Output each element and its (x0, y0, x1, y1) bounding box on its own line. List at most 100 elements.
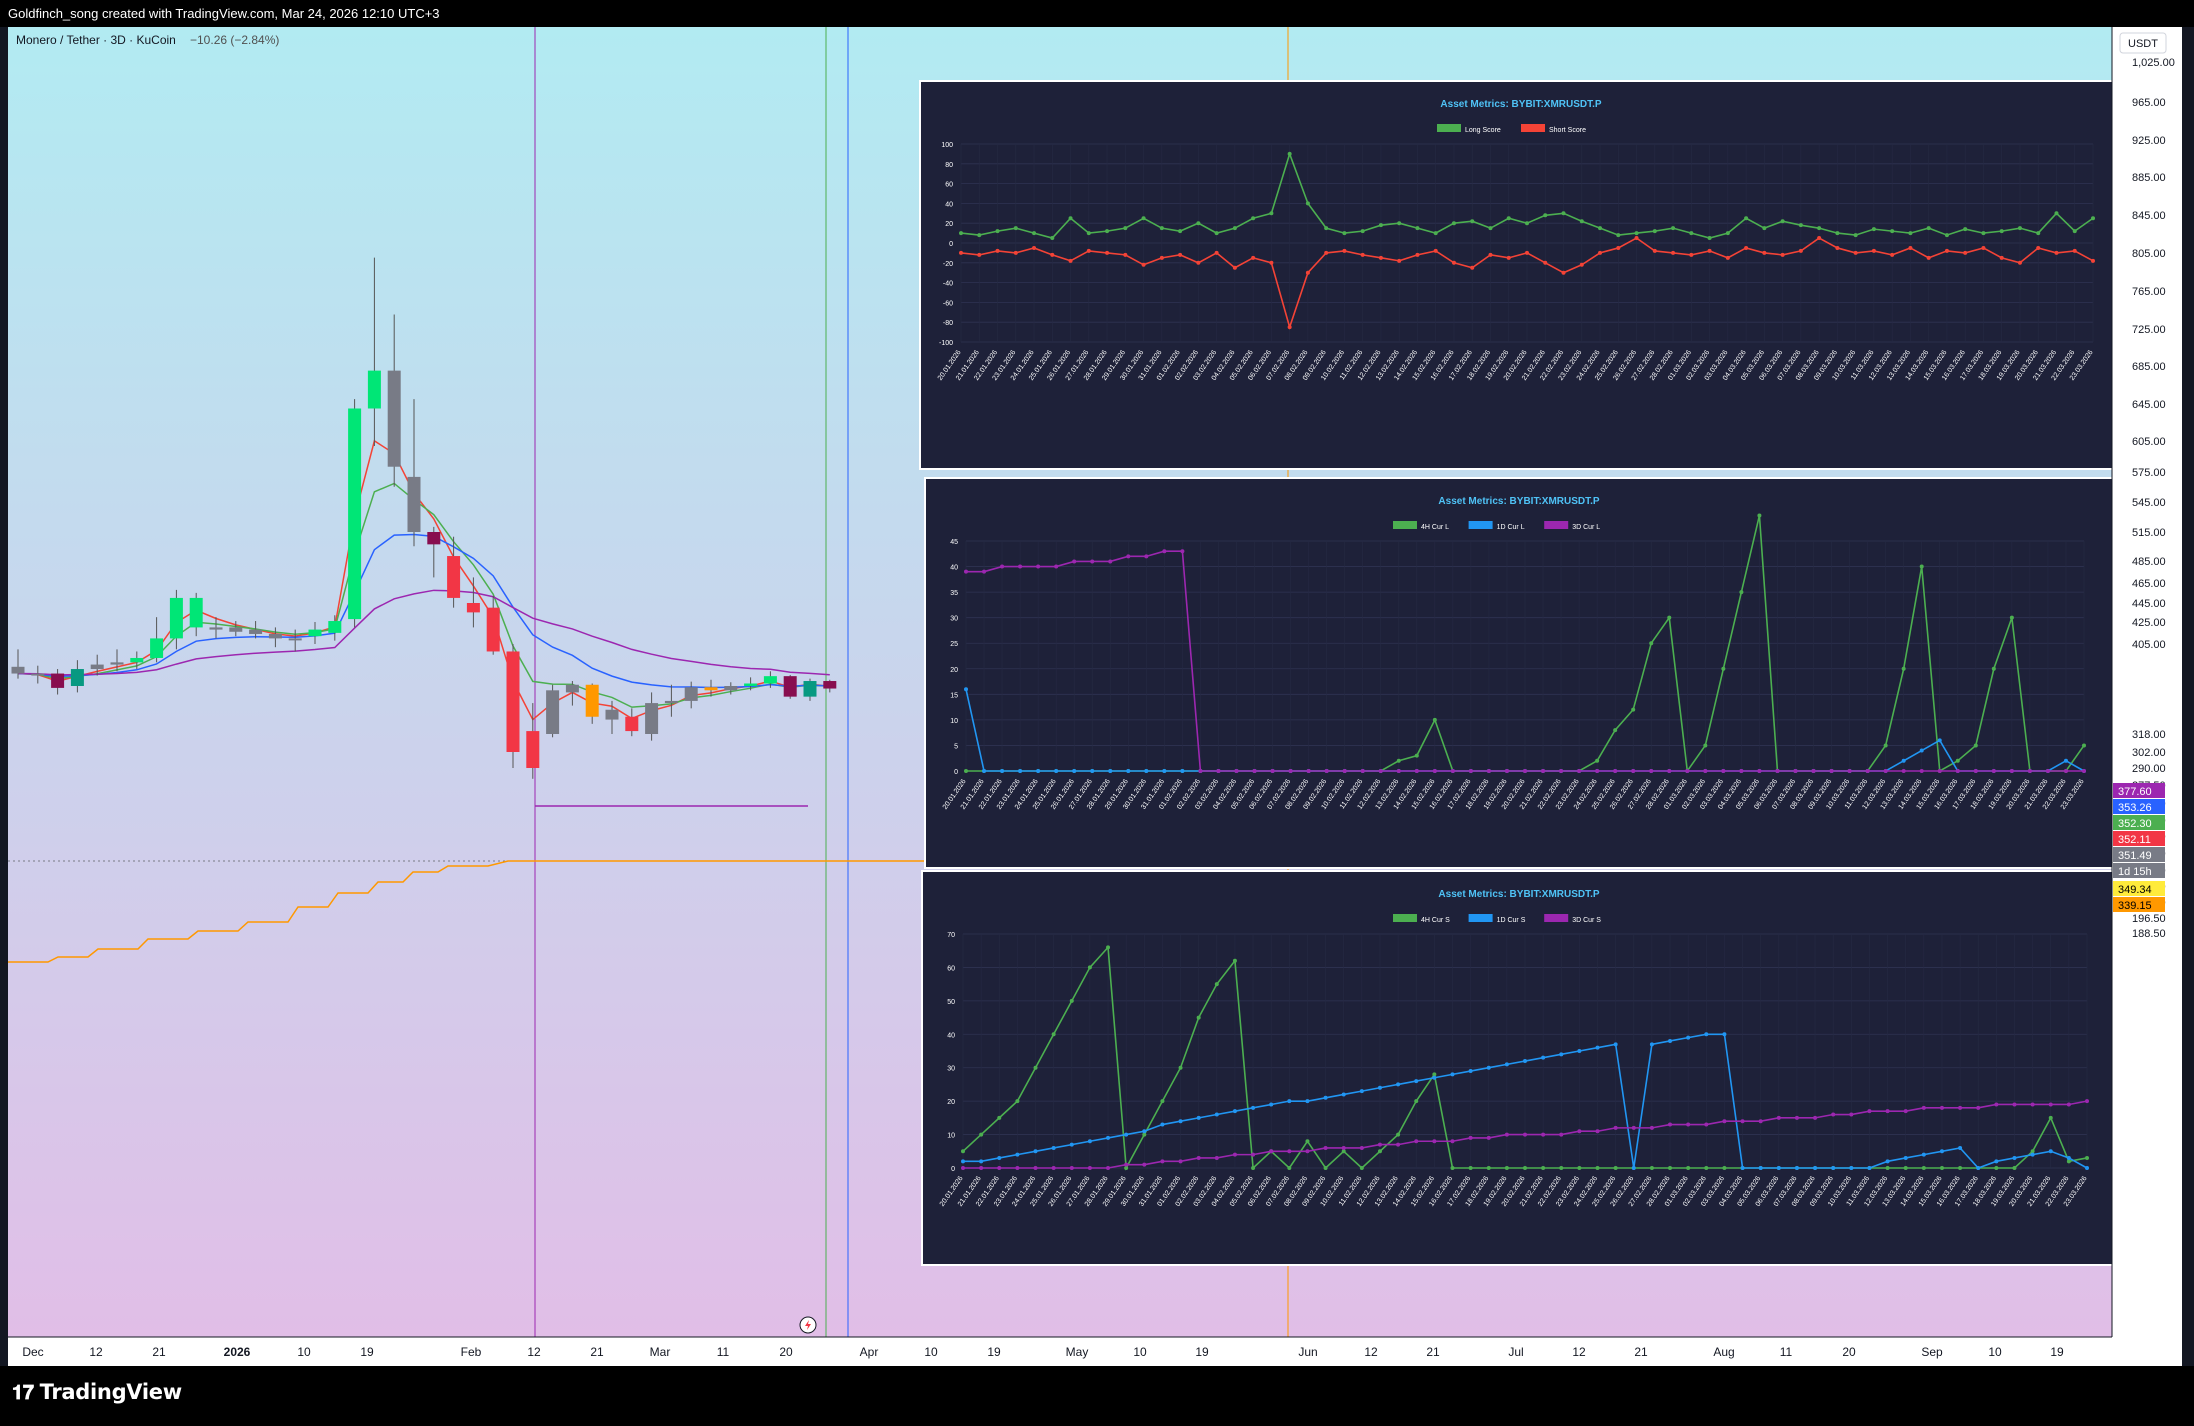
price-tick-label: 765.00 (2132, 286, 2166, 298)
data-point (1069, 1142, 1074, 1147)
data-point (1944, 248, 1949, 253)
tradingview-logo[interactable]: 𝟏𝟕 TradingView (12, 1380, 182, 1404)
data-point (1178, 1159, 1183, 1164)
data-point (1757, 769, 1762, 773)
data-point (1036, 769, 1041, 773)
data-point (977, 252, 982, 257)
footer-bar (0, 1366, 2194, 1426)
data-point (1144, 554, 1149, 559)
time-axis[interactable] (8, 1337, 2182, 1366)
time-axis-label: 21 (1634, 1345, 1648, 1359)
data-point (1903, 1166, 1908, 1170)
data-point (2030, 1102, 2035, 1107)
data-point (1468, 1166, 1473, 1170)
legend-label: 4H Cur S (1421, 917, 1450, 924)
data-point (1305, 1099, 1310, 1104)
data-point (1232, 265, 1237, 270)
data-point (2036, 245, 2041, 250)
metrics-panel[interactable]: Asset Metrics: BYBIT:XMRUSDT.P 4H Cur S 1D… (921, 870, 2117, 1266)
data-point (1944, 233, 1949, 238)
data-point (1123, 252, 1128, 257)
data-point (1124, 1132, 1129, 1137)
data-point (1885, 1159, 1890, 1164)
data-point (1378, 223, 1383, 228)
data-point (1072, 559, 1077, 564)
data-point (1396, 1082, 1401, 1087)
metrics-panel[interactable]: Asset Metrics: BYBIT:XMRUSDT.P 4H Cur L 1D… (924, 477, 2114, 869)
panel-y-tick: 10 (947, 1133, 955, 1140)
data-point (1050, 236, 1055, 241)
data-point (1015, 1099, 1020, 1104)
price-tick-label: 485.00 (2132, 556, 2166, 568)
main-chart[interactable]: Asset Metrics: BYBIT:XMRUSDT.P Long Score… (8, 27, 2182, 1366)
candle[interactable] (783, 674, 797, 699)
data-point (1668, 1166, 1673, 1170)
price-tick-label: 545.00 (2132, 497, 2166, 509)
candle[interactable] (546, 684, 560, 738)
data-point (1955, 758, 1960, 763)
data-point (1577, 1049, 1582, 1053)
data-point (1885, 1166, 1890, 1170)
data-point (1867, 1109, 1872, 1114)
legend-label: 4H Cur L (1421, 524, 1449, 531)
data-point (964, 569, 968, 574)
data-point (1831, 1166, 1836, 1170)
price-tick-label: 845.00 (2132, 210, 2166, 222)
data-point (979, 1166, 984, 1170)
data-point (1269, 1102, 1274, 1107)
data-point (1762, 250, 1767, 255)
price-badge: 351.49 (2113, 847, 2165, 862)
data-point (1360, 252, 1365, 257)
data-point (1378, 255, 1383, 260)
metrics-panel[interactable]: Asset Metrics: BYBIT:XMRUSDT.P Long Score… (919, 80, 2123, 470)
data-point (1871, 227, 1876, 232)
candle[interactable] (348, 399, 362, 628)
price-badge: 377.60 (2113, 783, 2165, 798)
time-axis-label: 19 (2050, 1345, 2064, 1359)
data-point (1180, 549, 1185, 554)
data-point (1432, 1075, 1437, 1080)
data-point (1090, 769, 1095, 773)
data-point (1305, 270, 1310, 275)
data-point (1432, 1139, 1437, 1144)
data-point (1162, 769, 1167, 773)
data-point (1470, 219, 1475, 224)
data-point (1108, 769, 1113, 773)
panel-y-tick: 20 (950, 667, 958, 674)
data-point (1671, 226, 1676, 231)
data-point (1631, 1166, 1636, 1170)
data-point (1000, 564, 1005, 569)
panel-y-tick: 100 (941, 142, 953, 149)
data-point (1543, 260, 1548, 265)
panel-y-tick: 30 (947, 1066, 955, 1073)
panel-y-tick: -80 (943, 320, 953, 327)
data-point (2009, 769, 2014, 773)
data-point (1616, 233, 1621, 238)
data-point (1269, 211, 1274, 216)
data-point (1324, 250, 1329, 255)
data-point (1757, 513, 1762, 518)
price-tick-label: 318.00 (2132, 729, 2166, 741)
data-point (1269, 260, 1274, 265)
time-axis-label: Jul (1508, 1345, 1523, 1359)
data-point (995, 229, 1000, 234)
data-point (1523, 1166, 1527, 1170)
data-point (1105, 229, 1110, 234)
data-point (1649, 1166, 1654, 1170)
data-point (1722, 1119, 1727, 1124)
data-point (1685, 769, 1690, 773)
data-point (1106, 945, 1111, 950)
data-point (1305, 201, 1310, 206)
time-axis-label: Apr (860, 1345, 879, 1359)
panel-y-tick: 30 (950, 616, 958, 623)
data-point (1178, 229, 1183, 234)
price-axis[interactable] (2112, 27, 2182, 1337)
panel-y-tick: -60 (943, 300, 953, 307)
data-point (1323, 1166, 1328, 1170)
data-point (1196, 1115, 1201, 1120)
lightning-icon[interactable] (799, 1316, 817, 1334)
panel-y-tick: 15 (950, 692, 958, 699)
data-point (1068, 216, 1073, 221)
panel-y-tick: 80 (945, 162, 953, 169)
candle[interactable] (506, 644, 520, 768)
